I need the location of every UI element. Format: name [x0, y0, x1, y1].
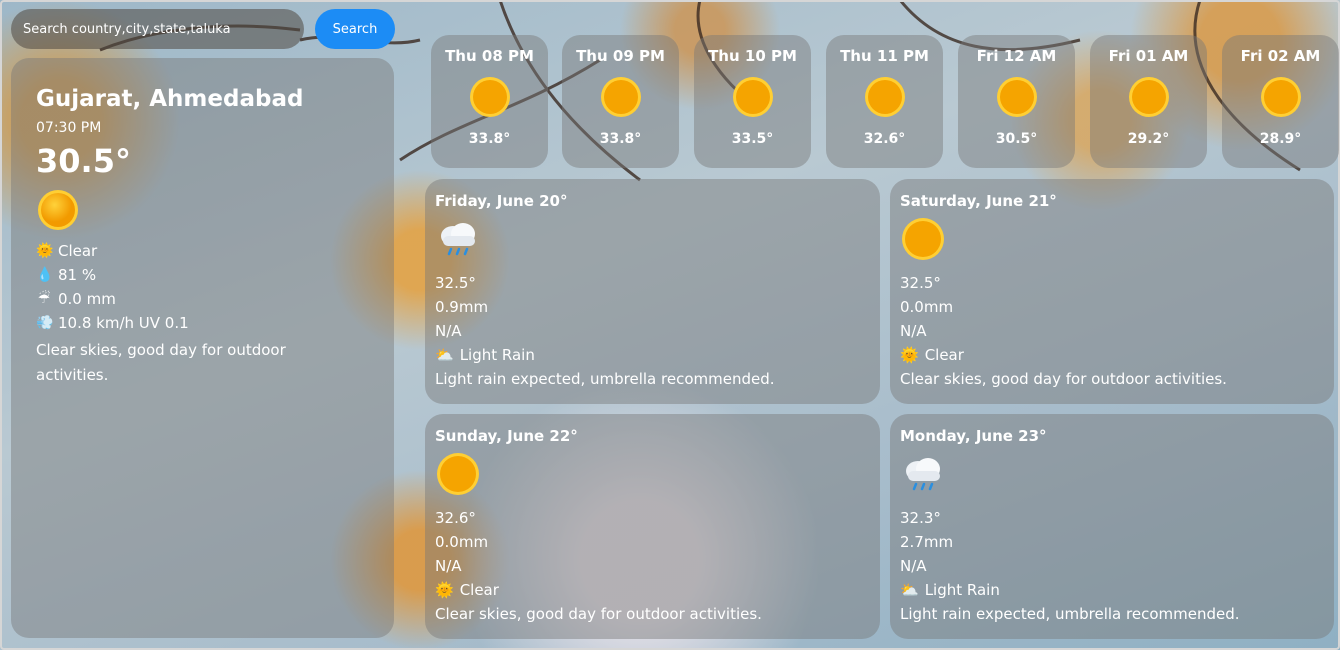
day-precip: 2.7mm	[900, 533, 954, 551]
day-precip: 0.0mm	[900, 298, 954, 316]
current-temperature: 30.5°	[36, 142, 131, 180]
hour-label: Thu 09 PM	[576, 47, 665, 65]
rain-cloud-icon	[441, 223, 475, 256]
hour-label: Thu 10 PM	[708, 47, 797, 65]
hour-temp: 33.5°	[731, 131, 774, 147]
humidity-row: 💧 81 %	[36, 266, 369, 284]
sun-icon	[38, 190, 78, 230]
day-extra: N/A	[435, 322, 462, 340]
day-extra: N/A	[900, 557, 927, 575]
hour-temp: 33.8°	[599, 131, 642, 147]
sun-small-icon: 🌞	[900, 346, 919, 364]
partly-cloudy-icon: ⛅	[435, 346, 454, 364]
wind-row: 💨 10.8 km/h UV 0.1	[36, 314, 369, 332]
sun-icon	[1128, 77, 1169, 117]
sun-icon	[1260, 77, 1301, 117]
sun-icon	[902, 218, 944, 260]
hourly-card: Thu 08 PM 33.8°	[431, 35, 548, 168]
day-description: Light rain expected, umbrella recommende…	[900, 605, 1240, 623]
hourly-card: Fri 02 AM 28.9°	[1222, 35, 1339, 168]
day-date: Saturday, June 21°	[900, 192, 1057, 210]
condition-label: Clear	[58, 242, 98, 260]
sun-small-icon: 🌞	[36, 243, 54, 259]
precipitation-row: ☔ 0.0 mm	[36, 290, 369, 308]
hour-temp: 32.6°	[863, 131, 906, 147]
hour-label: Thu 11 PM	[840, 47, 929, 65]
rain-icon: ☔	[37, 291, 51, 307]
precipitation-value: 0.0 mm	[58, 290, 116, 308]
day-condition-row: 🌞 Clear	[435, 581, 870, 599]
sun-icon	[469, 77, 510, 117]
wind-uv-value: 10.8 km/h UV 0.1	[58, 314, 189, 332]
hour-label: Thu 08 PM	[445, 47, 534, 65]
search-bar[interactable]	[11, 9, 304, 49]
hour-temp: 30.5°	[995, 131, 1038, 147]
wind-icon: 💨	[36, 315, 54, 331]
day-condition-row: 🌞 Clear	[900, 346, 1324, 364]
hour-label: Fri 01 AM	[1108, 47, 1189, 65]
current-weather-card: Gujarat, Ahmedabad 07:30 PM 30.5° 🌞 Clear…	[11, 58, 394, 638]
hour-label: Fri 02 AM	[1240, 47, 1321, 65]
hourly-card: Thu 11 PM 32.6°	[826, 35, 943, 168]
humidity-value: 81 %	[58, 266, 97, 284]
sun-small-icon: 🌞	[435, 581, 454, 599]
day-temp: 32.6°	[435, 509, 476, 527]
daily-card: Friday, June 20° 32.5° 0.9mm N/A ⛅ Light …	[425, 179, 880, 404]
day-temp: 32.3°	[900, 509, 941, 527]
rain-cloud-icon	[906, 458, 940, 491]
sun-icon	[600, 77, 641, 117]
daily-card: Saturday, June 21° 32.5° 0.0mm N/A 🌞 Clea…	[890, 179, 1334, 404]
day-precip: 0.9mm	[435, 298, 489, 316]
day-condition: Clear	[459, 581, 499, 599]
day-date: Sunday, June 22°	[435, 427, 578, 445]
hour-temp: 29.2°	[1127, 131, 1170, 147]
day-condition: Light Rain	[459, 346, 535, 364]
day-temp: 32.5°	[435, 274, 476, 292]
day-date: Monday, June 23°	[900, 427, 1047, 445]
sun-icon	[996, 77, 1037, 117]
droplet-icon: 💧	[36, 267, 54, 283]
hourly-card: Fri 01 AM 29.2°	[1090, 35, 1207, 168]
hourly-card: Thu 10 PM 33.5°	[694, 35, 811, 168]
day-description: Clear skies, good day for outdoor activi…	[900, 370, 1227, 388]
current-description: Clear skies, good day for outdoor activi…	[36, 341, 286, 384]
sun-icon	[732, 77, 773, 117]
day-description: Clear skies, good day for outdoor activi…	[435, 605, 762, 623]
search-input[interactable]	[23, 21, 304, 37]
day-precip: 0.0mm	[435, 533, 489, 551]
day-description: Light rain expected, umbrella recommende…	[435, 370, 775, 388]
hour-temp: 33.8°	[468, 131, 511, 147]
hourly-card: Fri 12 AM 30.5°	[958, 35, 1075, 168]
sun-icon	[864, 77, 905, 117]
day-extra: N/A	[900, 322, 927, 340]
daily-card: Monday, June 23° 32.3° 2.7mm N/A ⛅ Light …	[890, 414, 1334, 639]
day-condition-row: ⛅ Light Rain	[900, 581, 1324, 599]
search-button[interactable]: Search	[315, 9, 395, 49]
day-extra: N/A	[435, 557, 462, 575]
day-date: Friday, June 20°	[435, 192, 568, 210]
condition-row: 🌞 Clear	[36, 242, 369, 260]
day-condition: Light Rain	[924, 581, 1000, 599]
daily-card: Sunday, June 22° 32.6° 0.0mm N/A 🌞 Clear …	[425, 414, 880, 639]
partly-cloudy-icon: ⛅	[900, 581, 919, 599]
hour-temp: 28.9°	[1259, 131, 1302, 147]
day-condition: Clear	[924, 346, 964, 364]
current-time: 07:30 PM	[36, 120, 102, 136]
location-title: Gujarat, Ahmedabad	[36, 86, 304, 112]
sun-icon	[437, 453, 479, 495]
hourly-card: Thu 09 PM 33.8°	[562, 35, 679, 168]
hour-label: Fri 12 AM	[976, 47, 1057, 65]
day-condition-row: ⛅ Light Rain	[435, 346, 870, 364]
day-temp: 32.5°	[900, 274, 941, 292]
